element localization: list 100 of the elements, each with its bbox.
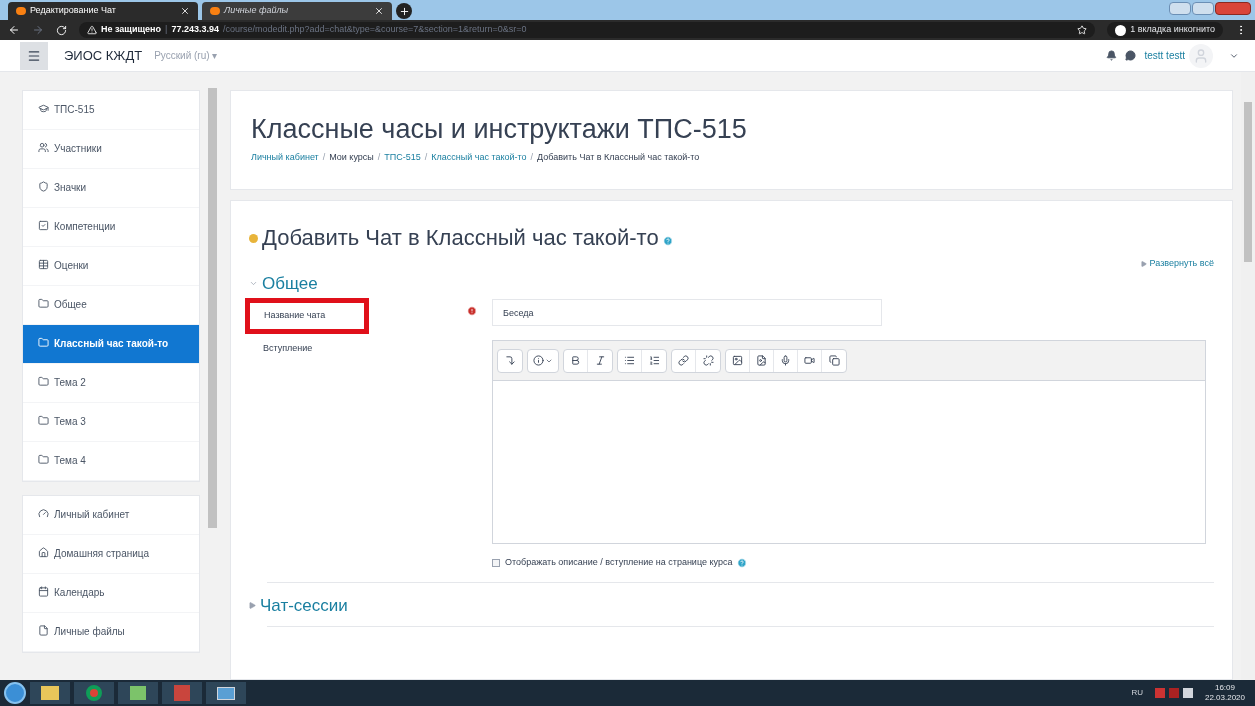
help-icon[interactable] [662, 236, 673, 246]
maximize-icon[interactable] [1192, 2, 1214, 15]
breadcrumb-text: Добавить Чат в Классный час такой-то [537, 150, 700, 164]
copy-icon [828, 355, 840, 366]
close-window-icon[interactable] [1215, 2, 1251, 15]
sidebar-item[interactable]: Тема 4 [23, 442, 199, 481]
folder-icon [38, 376, 49, 387]
sidebar-item[interactable]: Значки [23, 169, 199, 208]
browser-tab[interactable]: Редактирование Чат [8, 2, 198, 20]
folder-taskbar-icon[interactable] [30, 682, 70, 704]
app-icon [130, 686, 146, 700]
minimize-icon[interactable] [1169, 2, 1191, 15]
app-taskbar-icon[interactable] [118, 682, 158, 704]
caret-icon [249, 601, 256, 609]
sidebar-item[interactable]: Оценки [23, 247, 199, 286]
moodle-logo-icon [16, 7, 26, 15]
home-icon [38, 547, 49, 558]
message-icon[interactable] [1125, 50, 1137, 61]
section-toggle[interactable]: Чат-сессии [249, 592, 348, 618]
breadcrumb-separator: / [424, 150, 428, 164]
chat-icon [249, 233, 258, 243]
gauge-icon [38, 508, 49, 519]
notification-icon[interactable] [1106, 50, 1118, 61]
browser-tab[interactable]: Личные файлы [202, 2, 392, 20]
sidebar-item[interactable]: Домашняя страница [23, 535, 199, 574]
breadcrumb-separator: / [377, 150, 381, 164]
microphone-icon [780, 355, 791, 366]
user-icon [1193, 47, 1209, 64]
link-icon [678, 355, 689, 366]
unlink-icon [702, 355, 714, 366]
sidebar-item[interactable]: Тема 2 [23, 364, 199, 403]
menu-icon [27, 48, 41, 63]
tab-title: Редактирование Чат [30, 4, 117, 18]
new-tab-button[interactable] [396, 3, 412, 19]
shield-icon [38, 181, 49, 192]
checkbox[interactable] [492, 558, 500, 567]
breadcrumb-separator: / [322, 150, 326, 164]
folder-icon [38, 337, 49, 348]
folder-icon [41, 686, 59, 700]
menu-button[interactable] [20, 41, 48, 70]
moodle-logo-icon [210, 7, 220, 15]
form-title: Добавить Чат в Классный час такой-то [262, 227, 659, 249]
start-orb-icon[interactable] [4, 682, 26, 704]
image-icon [732, 355, 743, 366]
sidebar-item[interactable]: Классный час такой-то [23, 325, 199, 364]
field-label: Вступление [262, 342, 314, 355]
sidebar-item[interactable]: Личный кабинет [23, 496, 199, 535]
breadcrumb-link[interactable]: ТПС-515 [384, 150, 421, 165]
scrollbar-thumb[interactable] [1244, 102, 1252, 262]
sidebar-scrollbar[interactable] [208, 88, 217, 528]
info-icon [533, 355, 544, 366]
checkbox-icon [38, 220, 49, 231]
checkbox-label: Отображать описание / вступление на странице курса [505, 556, 733, 569]
page-title: Классные часы и инструктажи ТПС-515 [251, 115, 748, 143]
back-icon[interactable] [8, 24, 20, 36]
users-icon [38, 142, 49, 153]
numbered-list-icon [648, 355, 660, 366]
close-icon[interactable] [180, 6, 190, 16]
folder-icon [38, 415, 49, 426]
caret-icon [1140, 260, 1147, 267]
folder-icon [38, 298, 49, 309]
sidebar-item[interactable]: Тема 3 [23, 403, 199, 442]
browser-taskbar-icon[interactable] [74, 682, 114, 704]
calendar-icon [38, 586, 49, 597]
language-indicator[interactable]: RU [1131, 687, 1143, 699]
sidebar-item[interactable]: ТПС-515 [23, 91, 199, 130]
site-name[interactable]: ЭИОС КЖДТ [64, 45, 143, 66]
input-field[interactable]: Беседа [492, 299, 882, 326]
clock[interactable]: 16:09 22.03.2020 [1204, 683, 1245, 703]
close-icon[interactable] [374, 6, 384, 16]
url-field[interactable]: Не защищено | 77.243.3.94 /course/modedit.php?add=chat&type=&course=7&section=1&return=0&sr=0 [79, 22, 1096, 38]
breadcrumb-separator: / [530, 150, 534, 164]
incognito-badge[interactable]: 1 вкладка инкогнито [1107, 22, 1223, 38]
sidebar-item[interactable]: Календарь [23, 574, 199, 613]
file-icon [38, 625, 49, 636]
video-camera-icon [804, 355, 815, 366]
table-icon [38, 259, 49, 270]
breadcrumb-link[interactable]: Классный час такой-то [431, 150, 527, 165]
section-toggle[interactable]: Общее [249, 270, 318, 296]
incognito-icon [1115, 24, 1127, 36]
help-icon[interactable] [737, 557, 748, 568]
monitor-icon [217, 686, 235, 700]
warning-icon [87, 25, 97, 35]
sidebar-item[interactable]: Личные файлы [23, 613, 199, 652]
monitor-taskbar-icon[interactable] [206, 682, 246, 704]
breadcrumb-link[interactable]: Личный кабинет [251, 150, 319, 165]
plus-icon [398, 5, 410, 17]
sidebar-item[interactable]: Компетенции [23, 208, 199, 247]
tray-icon[interactable] [1154, 688, 1165, 698]
sidebar-item[interactable]: Участники [23, 130, 199, 169]
star-icon[interactable] [1077, 25, 1088, 35]
reload-icon[interactable] [56, 24, 67, 36]
media-icon [756, 355, 767, 366]
breadcrumb-text: Мои курсы [329, 150, 374, 164]
indent-icon [504, 355, 516, 366]
field-label: Название чата [245, 298, 369, 334]
folder-icon [38, 454, 49, 465]
user-name[interactable]: testt testt [1144, 48, 1185, 63]
expand-all-link[interactable]: Развернуть всё [1149, 257, 1214, 271]
bullet-list-icon [624, 355, 635, 366]
